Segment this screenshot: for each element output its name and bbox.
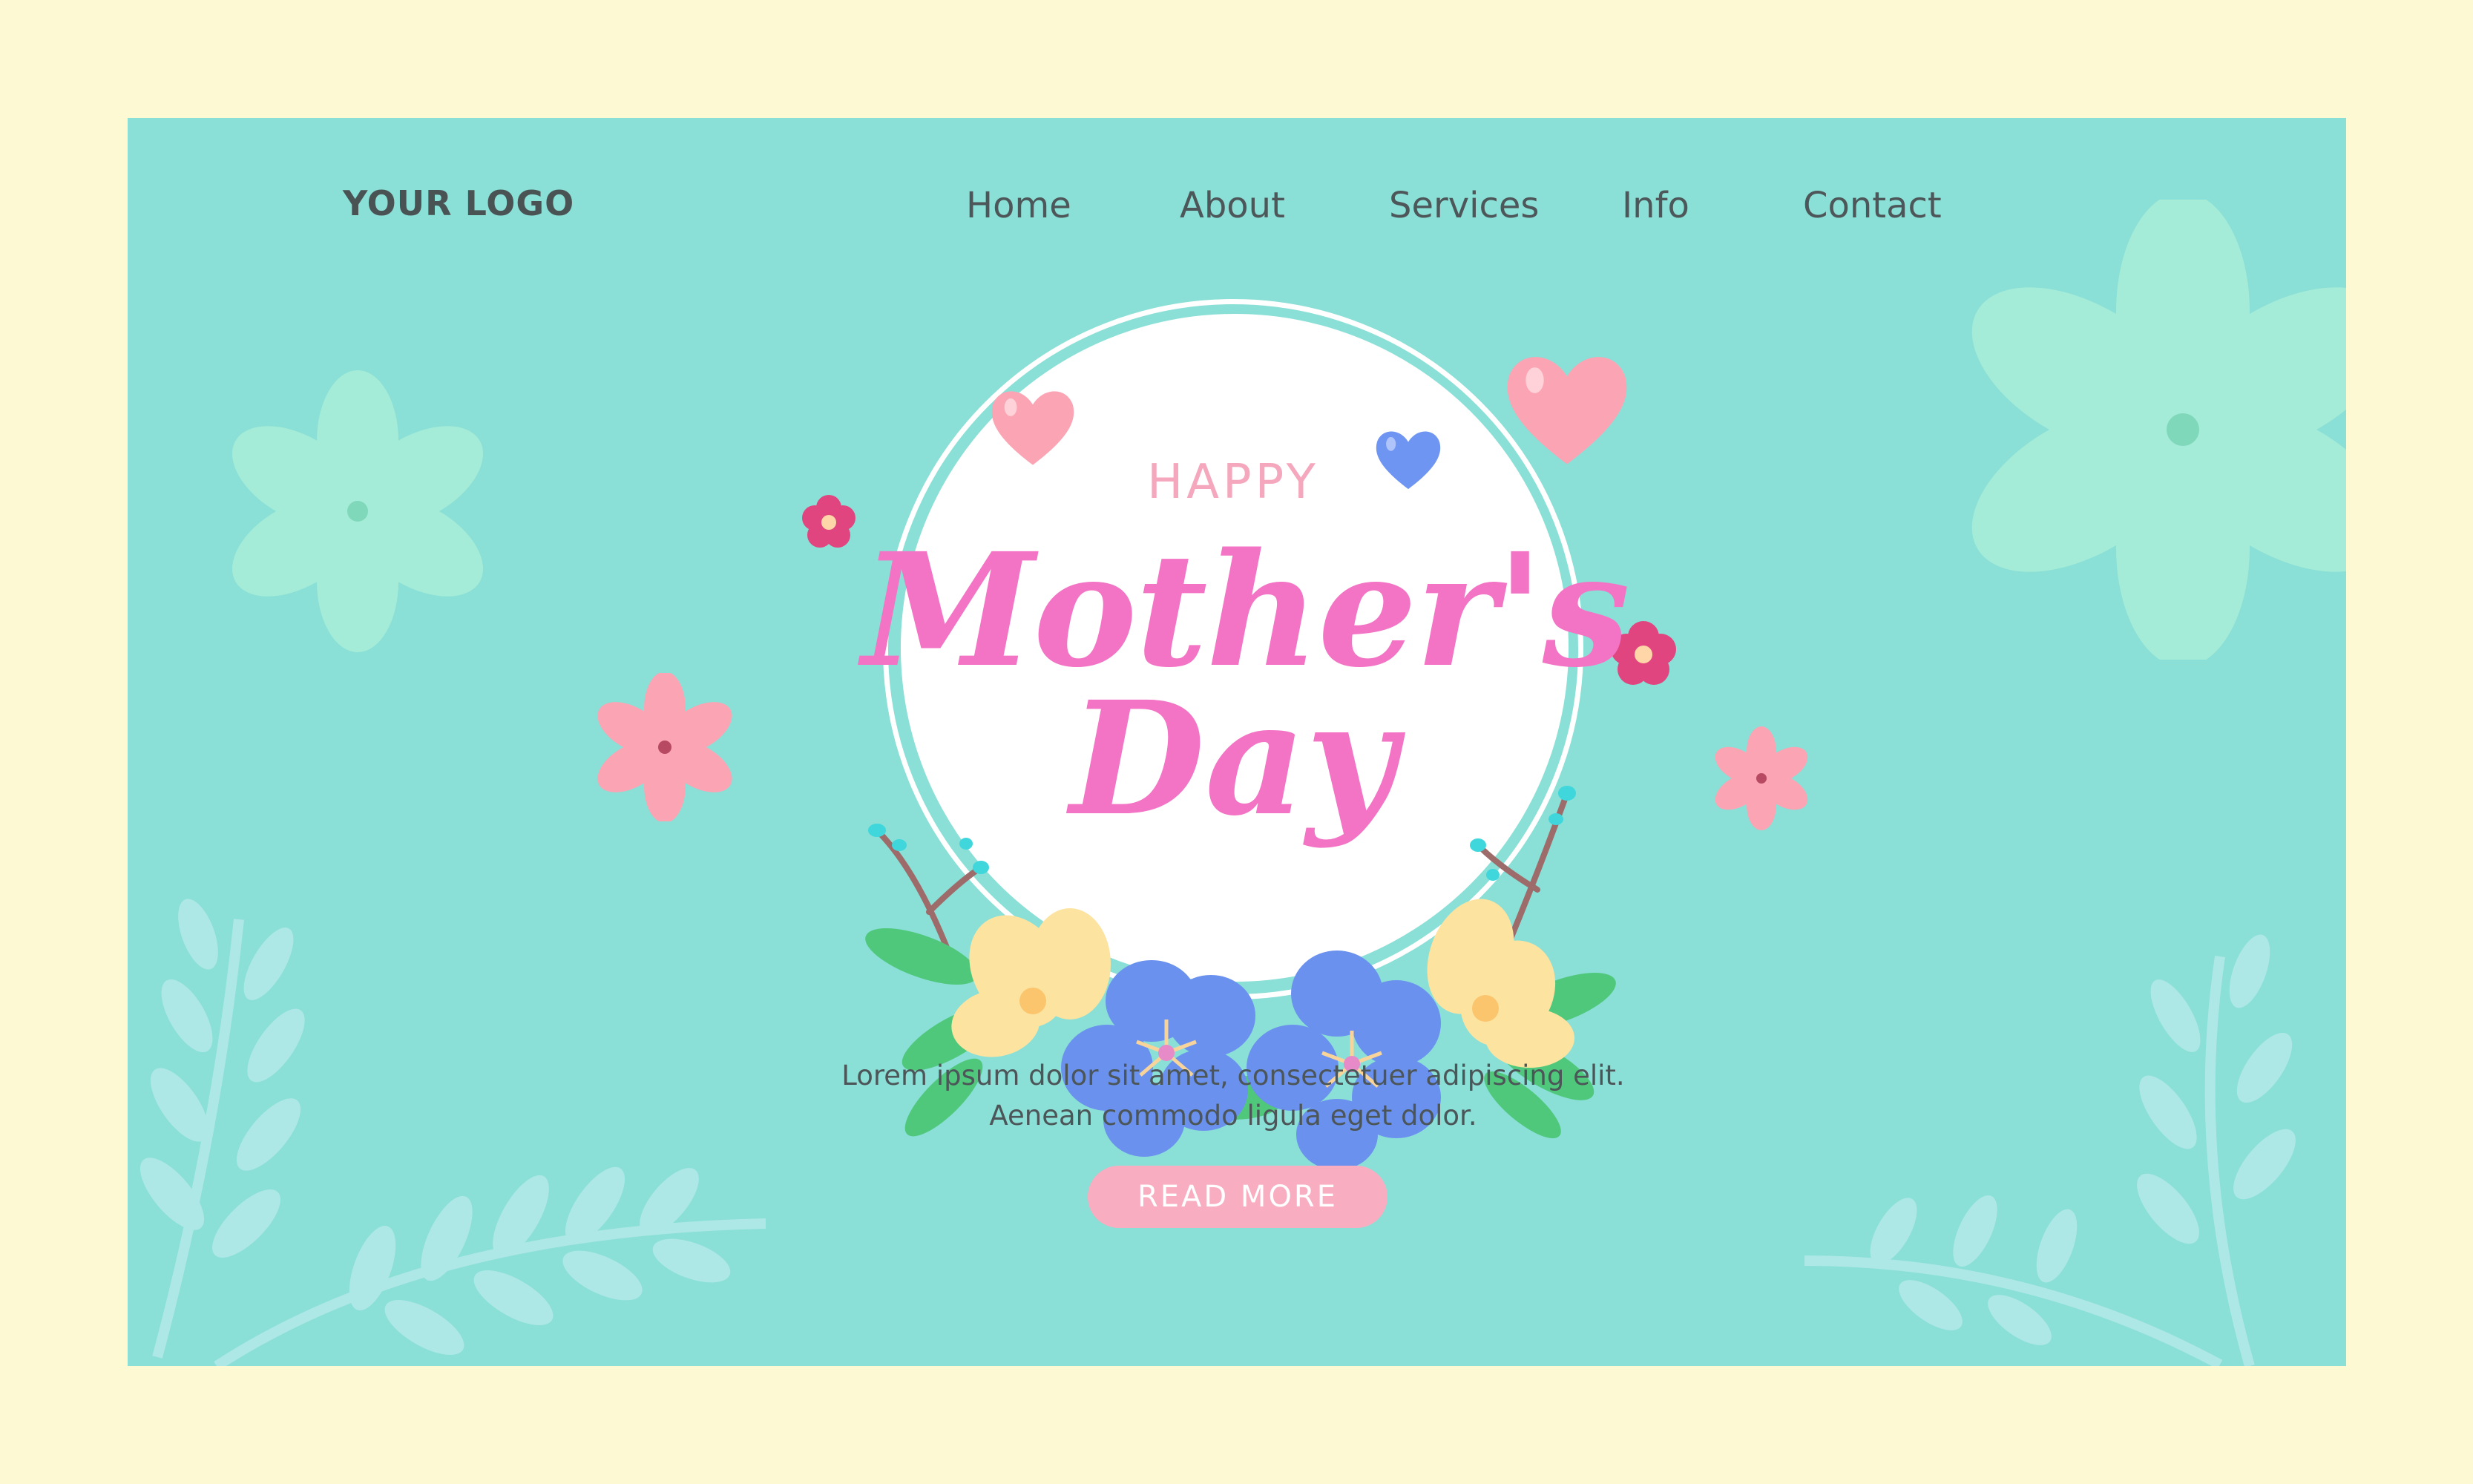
read-more-button[interactable]: READ MORE bbox=[1088, 1166, 1387, 1228]
heart-pink-large-icon bbox=[1507, 357, 1627, 464]
nav-info[interactable]: Info bbox=[1622, 176, 1689, 235]
hero-description-line1: Lorem ipsum dolor sit amet, consectetuer… bbox=[841, 1060, 1625, 1091]
hero-kicker: HAPPY bbox=[1147, 455, 1319, 510]
faded-flower-right-icon bbox=[1971, 200, 2346, 660]
faded-flower-left-icon bbox=[231, 370, 484, 652]
nav-contact[interactable]: Contact bbox=[1803, 176, 1942, 235]
magenta-flower-small-icon bbox=[802, 495, 855, 548]
nav-services[interactable]: Services bbox=[1389, 176, 1539, 235]
hero-description: Lorem ipsum dolor sit amet, consectetuer… bbox=[825, 1056, 1641, 1136]
leaf-branch-left-icon bbox=[139, 899, 766, 1366]
landing-panel: YOUR LOGO Home About Services Info Conta… bbox=[128, 118, 2346, 1366]
leaf-branch-right-icon bbox=[1804, 934, 2296, 1366]
main-nav: Home About Services Info Contact bbox=[128, 176, 2346, 235]
hero-description-line2: Aenean commodo ligula eget dolor. bbox=[989, 1100, 1477, 1132]
pink-flower-right-icon bbox=[1715, 726, 1808, 830]
nav-home[interactable]: Home bbox=[966, 176, 1071, 235]
pink-flower-left-icon bbox=[597, 673, 732, 821]
nav-about[interactable]: About bbox=[1180, 176, 1285, 235]
